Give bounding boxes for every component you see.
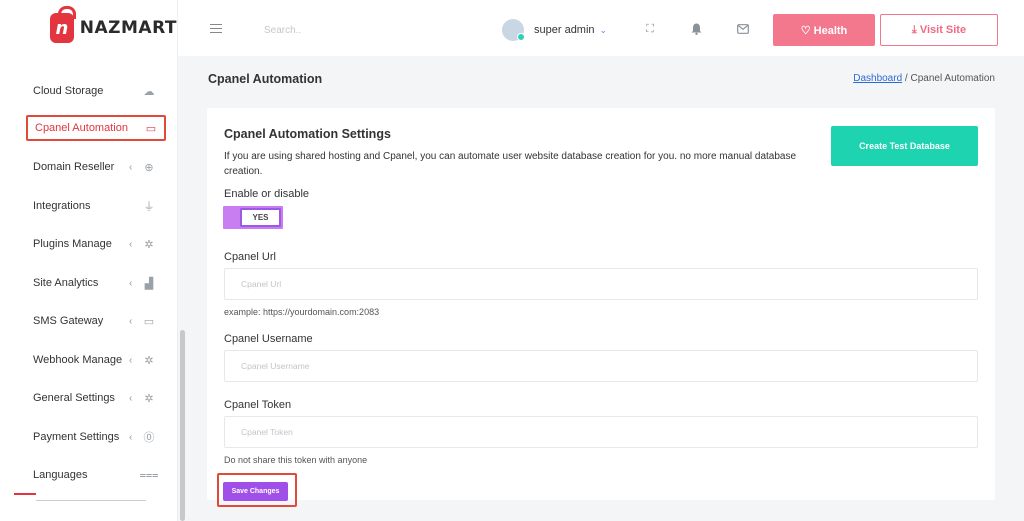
sidebar-item-label: Integrations bbox=[33, 200, 91, 212]
top-header: super admin ⌄ ⛶ ♡ Health ⤓ Visit Site bbox=[178, 0, 1024, 56]
toggle-knob: YES bbox=[240, 208, 281, 227]
sidebar-item-label: Cpanel Automation bbox=[35, 122, 128, 134]
sidebar-item-label: Webhook Manage bbox=[33, 354, 123, 366]
shopping-bag-logo-icon: n bbox=[50, 6, 76, 43]
sidebar-scrollbar[interactable] bbox=[180, 330, 185, 521]
sidebar-item-general-settings[interactable]: General Settings ‹ ✲ bbox=[26, 385, 166, 411]
chevron-left-icon: ‹ bbox=[129, 161, 133, 173]
hamburger-menu-icon[interactable] bbox=[210, 24, 222, 33]
create-test-database-button[interactable]: Create Test Database bbox=[831, 126, 978, 166]
chevron-left-icon: ‹ bbox=[129, 354, 133, 366]
chevron-left-icon: ‹ bbox=[129, 392, 133, 404]
laptop-icon: ▭ bbox=[145, 122, 157, 135]
search-input[interactable] bbox=[264, 22, 424, 38]
chevron-left-icon: ‹ bbox=[129, 431, 133, 443]
cog-icon: ✲ bbox=[144, 354, 154, 367]
user-name: super admin bbox=[534, 24, 595, 36]
cpanel-settings-card: Cpanel Automation Settings If you are us… bbox=[207, 108, 995, 501]
breadcrumb-separator: / bbox=[904, 73, 908, 84]
sidebar: n NAZMART Cloud Storage ☁ Cpanel Automat… bbox=[0, 0, 178, 521]
health-button[interactable]: ♡ Health bbox=[773, 14, 875, 46]
card-title: Cpanel Automation Settings bbox=[224, 127, 391, 141]
cpanel-token-input[interactable] bbox=[224, 416, 978, 448]
fullscreen-icon[interactable]: ⛶ bbox=[644, 23, 656, 35]
page-title: Cpanel Automation bbox=[208, 72, 323, 86]
cpanel-url-input[interactable] bbox=[224, 268, 978, 300]
sidebar-footer-accent bbox=[14, 493, 36, 495]
sidebar-item-label: Languages bbox=[33, 469, 88, 481]
brand-name: NAZMART bbox=[79, 18, 177, 38]
laptop-icon: ▭ bbox=[143, 315, 155, 328]
sidebar-item-site-analytics[interactable]: Site Analytics ‹ ▟ bbox=[26, 270, 166, 296]
cpanel-url-label: Cpanel Url bbox=[224, 251, 276, 263]
mail-icon[interactable] bbox=[737, 23, 749, 35]
cloud-icon: ☁ bbox=[143, 85, 155, 98]
sidebar-item-label: Site Analytics bbox=[33, 277, 99, 289]
breadcrumb: Dashboard / Cpanel Automation bbox=[853, 73, 995, 84]
cog-icon: ✲ bbox=[144, 392, 154, 405]
dollar-circle-icon: ⓪ bbox=[143, 432, 155, 444]
sidebar-item-label: Plugins Manage bbox=[33, 238, 112, 250]
cpanel-username-input[interactable] bbox=[224, 350, 978, 382]
sidebar-item-payment-settings[interactable]: Payment Settings ‹ ⓪ bbox=[26, 424, 166, 450]
visit-site-button[interactable]: ⤓ Visit Site bbox=[880, 14, 998, 46]
avatar bbox=[502, 19, 525, 41]
user-menu[interactable]: super admin ⌄ bbox=[502, 19, 607, 41]
enable-toggle-label: Enable or disable bbox=[224, 188, 310, 200]
enable-toggle[interactable]: YES bbox=[223, 206, 283, 229]
sidebar-item-cpanel-automation[interactable]: Cpanel Automation ▭ bbox=[26, 115, 166, 141]
sidebar-item-label: General Settings bbox=[33, 392, 115, 404]
sidebar-item-plugins-manage[interactable]: Plugins Manage ‹ ✲ bbox=[26, 231, 166, 257]
chevron-down-icon: ⌄ bbox=[599, 24, 608, 35]
bell-icon[interactable] bbox=[690, 23, 702, 35]
chevron-left-icon: ‹ bbox=[129, 238, 133, 250]
sidebar-item-cloud-storage[interactable]: Cloud Storage ☁ bbox=[26, 78, 166, 104]
sidebar-item-label: Cloud Storage bbox=[33, 85, 104, 97]
sidebar-item-sms-gateway[interactable]: SMS Gateway ‹ ▭ bbox=[26, 308, 166, 334]
save-changes-button[interactable]: Save Changes bbox=[223, 482, 288, 501]
sidebar-item-languages[interactable]: Languages ⩶ bbox=[26, 462, 166, 488]
chevron-left-icon: ‹ bbox=[129, 315, 133, 327]
chevron-left-icon: ‹ bbox=[129, 277, 133, 289]
cog-icon: ✲ bbox=[144, 238, 154, 251]
sidebar-item-label: Domain Reseller bbox=[33, 161, 115, 173]
sidebar-footer-divider bbox=[36, 500, 146, 501]
cpanel-username-label: Cpanel Username bbox=[224, 333, 313, 345]
breadcrumb-current: Cpanel Automation bbox=[910, 73, 995, 84]
language-icon: ⩶ bbox=[139, 468, 159, 481]
brand-logo[interactable]: n NAZMART bbox=[0, 0, 177, 56]
cpanel-token-label: Cpanel Token bbox=[224, 399, 292, 411]
plug-icon: ⏚ bbox=[143, 201, 155, 213]
sidebar-item-domain-reseller[interactable]: Domain Reseller ‹ ⊕ bbox=[26, 154, 166, 180]
globe-icon: ⊕ bbox=[144, 161, 154, 174]
sidebar-item-label: Payment Settings bbox=[33, 431, 120, 443]
app-root: n NAZMART Cloud Storage ☁ Cpanel Automat… bbox=[0, 0, 1024, 521]
card-description: If you are using shared hosting and Cpan… bbox=[224, 151, 797, 177]
cpanel-url-help: example: https://yourdomain.com:2083 bbox=[224, 307, 380, 317]
bar-chart-icon: ▟ bbox=[144, 277, 154, 290]
cpanel-token-help: Do not share this token with anyone bbox=[224, 455, 368, 465]
sidebar-item-integrations[interactable]: Integrations ⏚ bbox=[26, 193, 166, 219]
sidebar-item-label: SMS Gateway bbox=[33, 315, 104, 327]
sidebar-item-webhook-manage[interactable]: Webhook Manage ‹ ✲ bbox=[26, 347, 166, 373]
breadcrumb-dashboard-link[interactable]: Dashboard bbox=[853, 73, 902, 84]
